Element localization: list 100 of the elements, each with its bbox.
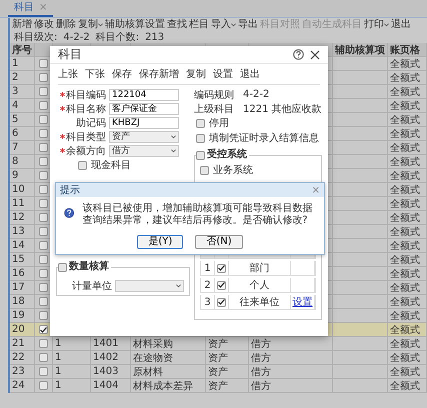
checkbox[interactable] bbox=[196, 150, 205, 160]
checkbox[interactable] bbox=[39, 381, 48, 390]
checkbox[interactable] bbox=[39, 339, 48, 348]
checkbox[interactable] bbox=[217, 264, 226, 272]
table-cell: 10 bbox=[12, 184, 25, 195]
field-label: 科目编码 bbox=[66, 88, 106, 102]
table-cell-text: 资产 bbox=[208, 380, 228, 392]
toolbar-button[interactable]: 修改 bbox=[33, 19, 55, 31]
toolbar-button[interactable]: 保存新增 bbox=[139, 69, 179, 81]
column-header: 辅助核算项 bbox=[335, 44, 385, 56]
checkmark-icon bbox=[40, 326, 47, 332]
checkmark-icon bbox=[218, 265, 225, 271]
toolbar-button[interactable]: 删除 bbox=[55, 19, 77, 31]
checkbox[interactable] bbox=[39, 59, 48, 68]
checkbox[interactable] bbox=[39, 185, 48, 194]
checkbox[interactable] bbox=[78, 160, 87, 170]
toolbar-button[interactable]: 导出 bbox=[237, 19, 259, 31]
checkbox[interactable] bbox=[39, 143, 48, 152]
checkbox[interactable] bbox=[39, 199, 48, 208]
toolbar-button[interactable]: 设置 bbox=[213, 69, 233, 81]
toolbar-button[interactable]: 新增 bbox=[11, 19, 33, 31]
toolbar-button[interactable]: 栏目 bbox=[188, 19, 210, 31]
select-field[interactable]: 借方 bbox=[109, 144, 179, 156]
checkbox[interactable] bbox=[39, 87, 48, 96]
checkbox[interactable] bbox=[39, 73, 48, 82]
checkbox[interactable] bbox=[39, 129, 48, 138]
table-cell: 15 bbox=[12, 254, 25, 265]
checkbox[interactable] bbox=[58, 262, 67, 272]
checkbox[interactable] bbox=[196, 118, 205, 128]
checkmark-icon bbox=[218, 282, 225, 288]
help-icon[interactable] bbox=[293, 49, 304, 60]
checkbox[interactable] bbox=[200, 166, 209, 174]
field-value: 1221 其他应收款 bbox=[243, 102, 322, 116]
checkbox[interactable] bbox=[39, 269, 48, 278]
table-row[interactable]: 24 1 1404 材料成本差异 资产 借方 全额式 bbox=[10, 379, 427, 393]
settings-link[interactable]: 设置 bbox=[292, 295, 312, 309]
table-cell: 17 bbox=[12, 282, 25, 293]
checkbox[interactable] bbox=[39, 227, 48, 236]
checkbox[interactable] bbox=[217, 280, 226, 290]
table-cell: 20 bbox=[12, 324, 25, 335]
checkbox[interactable] bbox=[39, 101, 48, 110]
table-cell-text: 资产 bbox=[208, 338, 228, 350]
toolbar-button[interactable]: 退出 bbox=[240, 69, 260, 81]
select-field[interactable]: 资产 bbox=[109, 130, 179, 142]
toolbar-button[interactable]: 复制 bbox=[77, 19, 104, 31]
table-cell: 1 bbox=[55, 380, 62, 391]
input-field[interactable]: KHBZJ bbox=[109, 116, 179, 128]
field-label: 科目类型 bbox=[66, 130, 106, 144]
table-cell: 19 bbox=[12, 310, 25, 321]
toolbar-button[interactable]: 辅助核算设置 bbox=[104, 19, 166, 31]
table-row[interactable]: 21 1 1401 材料采购 资产 借方 全额式 bbox=[10, 337, 427, 351]
table-cell: 1404 bbox=[93, 380, 118, 391]
checkbox[interactable] bbox=[39, 297, 48, 306]
checkbox[interactable] bbox=[39, 157, 48, 166]
checkbox-label: 填制凭证时录入结算信息 bbox=[209, 132, 319, 145]
checkbox[interactable] bbox=[217, 298, 226, 306]
input-field[interactable]: 客户保证金 bbox=[109, 102, 179, 114]
checkbox[interactable] bbox=[39, 171, 48, 180]
caret-icon bbox=[98, 23, 103, 27]
toolbar-button[interactable]: 查找 bbox=[166, 19, 188, 31]
checkbox[interactable] bbox=[39, 213, 48, 222]
table-cell-text: 全额式 bbox=[390, 226, 420, 238]
checkbox[interactable] bbox=[39, 283, 48, 292]
value-text: 213 bbox=[145, 32, 164, 43]
toolbar-button[interactable]: 退出 bbox=[390, 19, 412, 31]
dialog-button[interactable]: 否(N) bbox=[195, 235, 243, 249]
select-field[interactable] bbox=[115, 280, 184, 292]
toolbar-button[interactable]: 复制 bbox=[186, 69, 206, 81]
checkbox[interactable] bbox=[196, 134, 205, 142]
checkbox[interactable] bbox=[39, 115, 48, 124]
checkbox[interactable] bbox=[39, 241, 48, 250]
input-field[interactable]: 122104 bbox=[109, 88, 179, 100]
table-row[interactable]: 22 1 1402 在途物资 资产 借方 全额式 bbox=[10, 351, 427, 365]
checkbox[interactable] bbox=[39, 255, 48, 264]
field-label: 上级科目 bbox=[194, 102, 234, 116]
toolbar-button[interactable]: 上张 bbox=[58, 69, 78, 81]
toolbar-button[interactable]: 打印 bbox=[363, 19, 390, 31]
checkbox[interactable] bbox=[39, 353, 48, 362]
checkbox[interactable] bbox=[39, 367, 48, 376]
dialog-button[interactable]: 是(Y) bbox=[137, 235, 184, 249]
table-cell-text: 全额式 bbox=[390, 352, 420, 364]
label-text: 科目级次: bbox=[14, 32, 58, 43]
tab[interactable]: 科目 × bbox=[8, 1, 54, 17]
toolbar-button[interactable]: 保存 bbox=[112, 69, 132, 81]
message-title: 提示 bbox=[60, 184, 80, 197]
table-cell: 23 bbox=[12, 366, 25, 377]
toolbar-button[interactable]: 导入 bbox=[210, 19, 237, 31]
table-cell-text: 全额式 bbox=[390, 86, 420, 98]
table-cell: 11 bbox=[12, 198, 25, 209]
table-cell: 21 bbox=[12, 338, 25, 349]
column-header: 序号 bbox=[12, 43, 32, 56]
checkbox[interactable] bbox=[39, 325, 48, 334]
table-cell-text: 全额式 bbox=[390, 310, 420, 322]
close-icon[interactable] bbox=[310, 50, 320, 60]
table-row[interactable]: 23 1 1403 原材料 资产 借方 全额式 bbox=[10, 365, 427, 379]
checkbox[interactable] bbox=[39, 311, 48, 320]
chevron-down-icon bbox=[171, 134, 176, 138]
table-cell: 1 bbox=[12, 58, 18, 69]
column-header: 账页格 bbox=[390, 44, 420, 56]
toolbar-button[interactable]: 下张 bbox=[85, 69, 105, 81]
